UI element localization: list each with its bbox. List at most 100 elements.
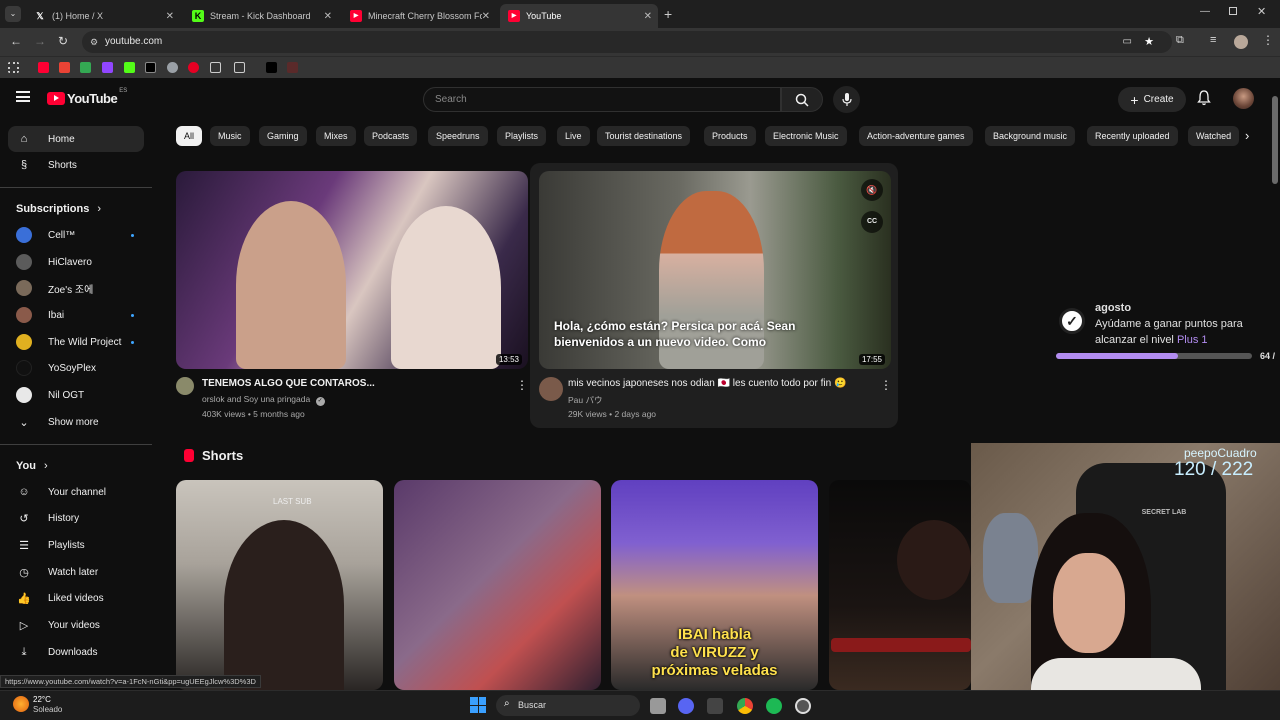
chip-playlists[interactable]: Playlists [497,126,547,146]
tab-kick-dashboard[interactable]: K Stream - Kick Dashboard ✕ [184,4,338,28]
sidebar-subscription-the-wild-project[interactable]: The Wild Project [8,329,144,355]
minimize-button[interactable]: — [1200,6,1210,17]
media-controls-icon[interactable]: ≡ [1210,34,1216,46]
extensions-icon[interactable]: ⧉ [1176,34,1184,47]
weather-icon[interactable] [13,696,29,712]
sidebar-item-watch-later[interactable]: ◷ Watch later [8,559,144,585]
close-tab-icon[interactable]: ✕ [482,11,490,22]
tab-youtube[interactable]: ▶ YouTube ✕ [500,4,658,28]
x-bookmark-icon[interactable] [145,62,156,73]
channel-avatar[interactable] [176,377,194,395]
profile-avatar[interactable] [1234,35,1248,49]
spotify-icon[interactable] [766,698,782,714]
kick-bookmark-icon[interactable] [124,62,135,73]
video-channel[interactable]: Pau パウ [568,394,603,406]
twitch-bookmark-icon[interactable] [102,62,113,73]
chip-recently-uploaded[interactable]: Recently uploaded [1087,126,1178,146]
chip-action-adventure-games[interactable]: Action-adventure games [859,126,973,146]
channel-avatar[interactable] [539,377,563,401]
voice-search-button[interactable] [833,86,860,113]
tab-list-button[interactable]: ⌄ [5,6,21,22]
cast-icon[interactable]: ▭ [1123,31,1132,53]
show-more-button[interactable]: ⌄ Show more [8,409,144,435]
account-avatar[interactable] [1233,88,1254,109]
sidebar-item-liked-videos[interactable]: 👍 Liked videos [8,585,144,611]
short-card[interactable]: IBAI habla de VIRUZZ y próximas veladas [611,480,818,690]
new-tab-button[interactable]: + [664,6,672,22]
you-heading[interactable]: You › [16,460,48,472]
close-tab-icon[interactable]: ✕ [324,11,332,22]
pinterest-bookmark-icon[interactable] [188,62,199,73]
chip-podcasts[interactable]: Podcasts [364,126,418,146]
start-button[interactable] [470,697,486,713]
tab-x-home[interactable]: 𝕏 (1) Home / X ✕ [26,4,180,28]
reload-icon[interactable]: ↻ [58,34,68,48]
site-info-icon[interactable]: ⚙ [90,31,98,53]
search-input[interactable]: Search [435,94,467,105]
close-tab-icon[interactable]: ✕ [166,11,174,22]
create-button[interactable]: + Create [1118,87,1186,112]
video-menu-icon[interactable]: ⋮ [880,378,892,392]
sidebar-subscription-nil-ogt[interactable]: Nil OGT [8,382,144,408]
gmail-bookmark-icon[interactable] [59,62,70,73]
chip-watched[interactable]: Watched [1188,126,1240,146]
chrome-icon[interactable] [737,698,753,714]
subscriptions-heading[interactable]: Subscriptions › [16,203,101,215]
search-box[interactable]: Search [423,87,781,112]
short-card[interactable]: LAST SUB [176,480,383,690]
back-icon[interactable]: ← [10,34,22,48]
chip-live[interactable]: Live [557,126,590,146]
folder-bookmark-icon[interactable] [210,62,221,73]
maximize-button[interactable] [1229,7,1237,15]
chip-speedruns[interactable]: Speedruns [428,126,488,146]
chip-electronic-music[interactable]: Electronic Music [765,126,847,146]
video-title[interactable]: mis vecinos japoneses nos odian 🇯🇵 les c… [568,378,846,389]
chip-background-music[interactable]: Background music [985,126,1076,146]
sidebar-subscription-cell[interactable]: Cell™ [8,222,144,248]
short-card[interactable] [394,480,601,690]
bookmark-icon[interactable] [266,62,277,73]
video-menu-icon[interactable]: ⋮ [516,378,528,392]
chip-music[interactable]: Music [210,126,250,146]
sidebar-item-downloads[interactable]: ⤓ Downloads [8,639,144,665]
app-icon[interactable] [707,698,723,714]
browser-menu-icon[interactable]: ⋮ [1262,33,1274,47]
chip-mixes[interactable]: Mixes [316,126,356,146]
sidebar-item-history[interactable]: ↺ History [8,505,144,531]
file-explorer-icon[interactable] [650,698,666,714]
bookmark-icon[interactable] [287,62,298,73]
sidebar-item-shorts[interactable]: § Shorts [8,152,144,178]
close-tab-icon[interactable]: ✕ [644,11,652,22]
sidebar-subscription-zoes[interactable]: Zoe's 조에 [8,275,144,301]
video-preview-player[interactable]: 🔇 CC Hola, ¿cómo están? Persica por acá.… [539,171,891,369]
sidebar-item-playlists[interactable]: ☰ Playlists [8,532,144,558]
close-window-button[interactable]: ✕ [1257,5,1266,18]
folder-bookmark-icon[interactable] [234,62,245,73]
chip-gaming[interactable]: Gaming [259,126,307,146]
sidebar-item-your-videos[interactable]: ▷ Your videos [8,612,144,638]
chip-all[interactable]: All [176,126,203,146]
hamburger-menu-icon[interactable] [16,91,30,102]
bookmark-star-icon[interactable]: ★ [1144,31,1154,53]
obs-icon[interactable] [795,698,811,714]
mute-button[interactable]: 🔇 [861,179,883,201]
sidebar-subscription-yosoyplex[interactable]: YoSoyPlex [8,355,144,381]
url-input[interactable]: ⚙ youtube.com ▭ ★ [82,31,1172,53]
youtube-logo[interactable]: YouTube ES [47,88,127,106]
chip-tourist-destinations[interactable]: Tourist destinations [597,126,691,146]
chip-products[interactable]: Products [704,126,756,146]
short-card[interactable] [829,480,971,690]
video-title[interactable]: TENEMOS ALGO QUE CONTAROS... [202,378,375,389]
apps-grid-icon[interactable] [8,62,19,73]
chips-next-chevron-icon[interactable]: › [1245,128,1249,143]
bookmark-icon[interactable] [167,62,178,73]
discord-icon[interactable] [678,698,694,714]
forward-icon[interactable]: → [34,34,46,48]
tab-minecraft[interactable]: ▶ Minecraft Cherry Blossom Fore ✕ [342,4,496,28]
captions-button[interactable]: CC [861,211,883,233]
search-button[interactable] [781,87,823,112]
sidebar-subscription-hiclavero[interactable]: HiClavero [8,249,144,275]
video-channel[interactable]: orslok and Soy una pringada ✓ [202,394,325,406]
youtube-bookmark-icon[interactable] [38,62,49,73]
page-scrollbar[interactable] [1272,96,1278,184]
